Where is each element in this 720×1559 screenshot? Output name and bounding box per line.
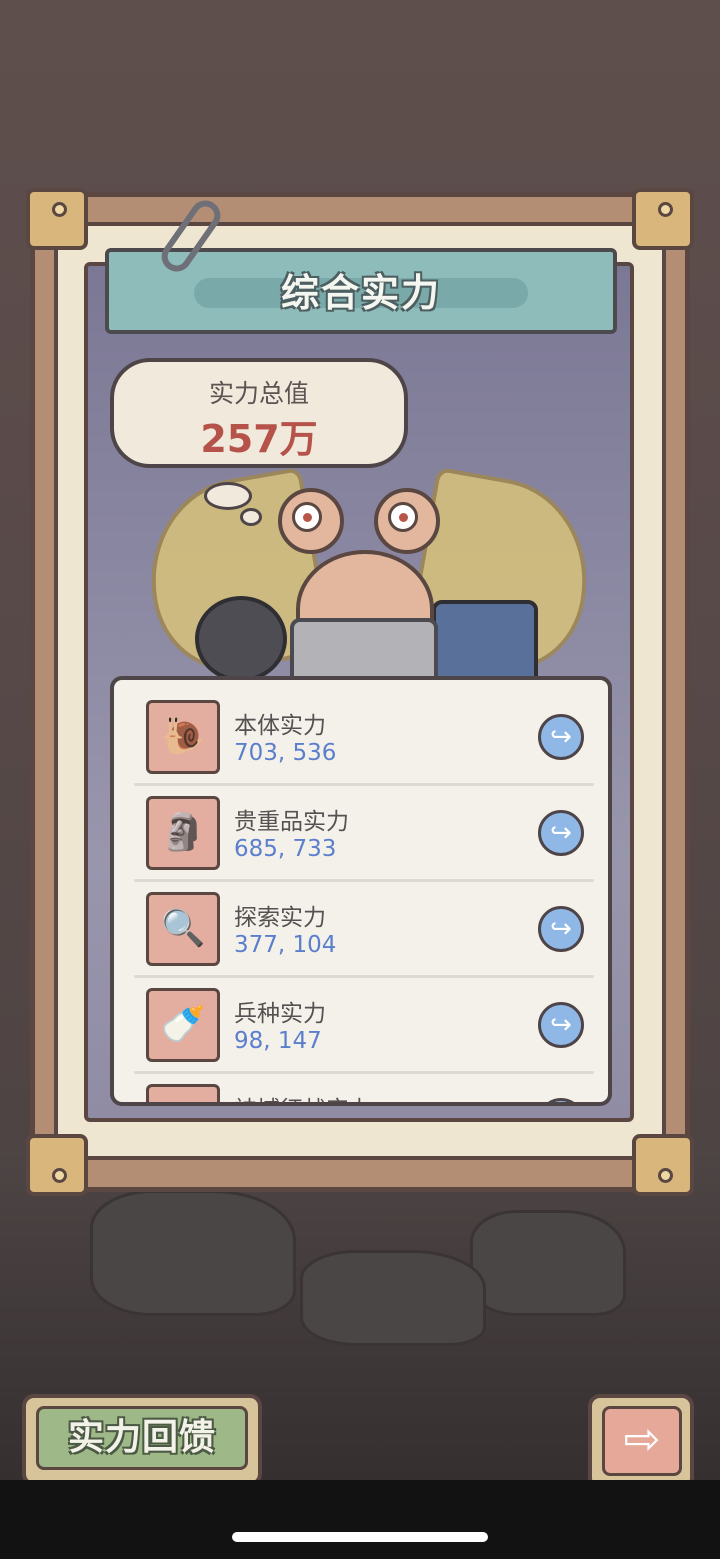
power-feedback-button[interactable]: 实力回馈	[36, 1406, 248, 1470]
corner-bracket	[26, 188, 88, 250]
list-item: 神域征战实力 ↪	[114, 1064, 608, 1102]
partial-row-icon	[146, 1084, 220, 1102]
system-nav-bar	[0, 1480, 720, 1559]
thought-dot	[204, 482, 252, 510]
corner-bracket	[26, 1134, 88, 1196]
snail-eye-right	[374, 488, 440, 554]
corner-bracket	[632, 1134, 694, 1196]
goto-button[interactable]: ↪	[538, 1098, 584, 1102]
item-value: 377, 104	[234, 932, 337, 958]
thought-dot	[240, 508, 262, 526]
list-item: 🔍 探索实力 377, 104 ↪	[114, 872, 608, 978]
item-value: 685, 733	[234, 836, 337, 862]
magnifier-map-icon: 🔍	[146, 892, 220, 966]
item-value: 703, 536	[234, 740, 337, 766]
rock	[90, 1190, 296, 1316]
item-name: 探索实力	[234, 905, 326, 931]
snail-icon: 🐌	[146, 700, 220, 774]
pacifier-icon: 🍼	[146, 988, 220, 1062]
spiked-mace-icon	[195, 596, 287, 682]
list-item: 🍼 兵种实力 98, 147 ↪	[114, 968, 608, 1074]
item-name: 贵重品实力	[234, 809, 349, 835]
goto-button[interactable]: ↪	[538, 810, 584, 856]
goto-button[interactable]: ↪	[538, 906, 584, 952]
rock	[300, 1250, 486, 1346]
arrow-right-icon[interactable]: ⇨	[602, 1406, 682, 1476]
power-list-panel[interactable]: 🐌 本体实力 703, 536 ↪ 🗿 贵重品实力 685, 733 ↪ 🔍 探…	[110, 676, 612, 1106]
list-item: 🗿 贵重品实力 685, 733 ↪	[114, 776, 608, 882]
snail-eye-left	[278, 488, 344, 554]
item-name: 兵种实力	[234, 1001, 326, 1027]
goto-button[interactable]: ↪	[538, 1002, 584, 1048]
home-indicator[interactable]	[232, 1532, 488, 1542]
goto-button[interactable]: ↪	[538, 714, 584, 760]
shield-icon	[432, 600, 538, 688]
list-item: 🐌 本体实力 703, 536 ↪	[114, 680, 608, 786]
total-power-value: 257万	[200, 417, 318, 461]
rock	[470, 1210, 626, 1316]
corner-bracket	[632, 188, 694, 250]
total-power-label: 实力总值	[208, 379, 309, 408]
item-name: 神域征战实力	[234, 1090, 372, 1102]
statue-icon: 🗿	[146, 796, 220, 870]
item-name: 本体实力	[234, 713, 326, 739]
item-value: 98, 147	[234, 1028, 322, 1054]
